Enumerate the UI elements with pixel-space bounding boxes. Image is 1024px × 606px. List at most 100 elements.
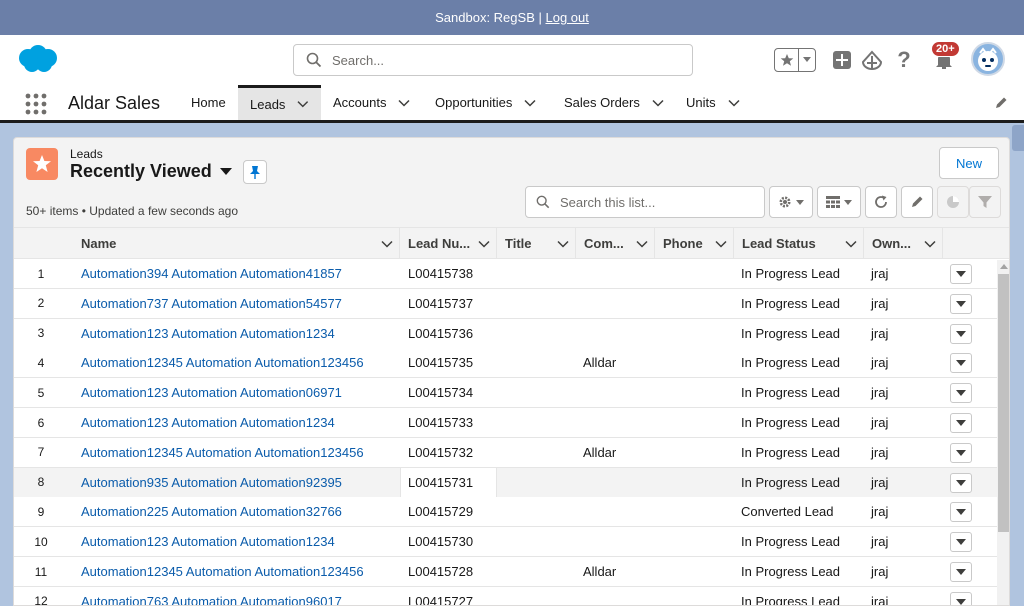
owner-cell[interactable]: jraj (871, 378, 888, 407)
table-row[interactable]: 8 Automation935 Automation Automation9239… (14, 467, 997, 498)
lead-name-link[interactable]: Automation123 Automation Automation06971 (81, 378, 342, 407)
side-panel-handle[interactable] (1012, 125, 1024, 151)
global-add-icon[interactable] (830, 48, 854, 72)
table-row[interactable]: 9 Automation225 Automation Automation3276… (14, 497, 997, 528)
row-actions-button[interactable] (950, 323, 972, 344)
chevron-down-icon[interactable] (478, 238, 490, 250)
row-actions-button[interactable] (950, 472, 972, 493)
column-header-company[interactable]: Com... (576, 228, 655, 259)
tab-units[interactable]: Units (674, 85, 752, 120)
refresh-button[interactable] (865, 186, 897, 218)
row-actions-button[interactable] (950, 502, 972, 523)
chevron-down-icon[interactable] (381, 238, 393, 250)
chevron-down-icon[interactable] (652, 97, 664, 109)
tab-accounts[interactable]: Accounts (321, 85, 422, 120)
tab-sales-orders[interactable]: Sales Orders (552, 85, 676, 120)
owner-cell[interactable]: jraj (871, 527, 888, 556)
trailhead-icon[interactable] (860, 48, 884, 72)
chevron-down-icon[interactable] (715, 238, 727, 250)
chevron-down-icon[interactable] (924, 238, 936, 250)
charts-button[interactable] (937, 186, 969, 218)
lead-name-link[interactable]: Automation737 Automation Automation54577 (81, 289, 342, 318)
owner-cell[interactable]: jraj (871, 497, 888, 526)
chevron-down-icon[interactable] (728, 97, 740, 109)
owner-cell[interactable]: jraj (871, 289, 888, 318)
table-row[interactable]: 1 Automation394 Automation Automation4185… (14, 259, 997, 289)
owner-cell[interactable]: jraj (871, 557, 888, 586)
lead-name-link[interactable]: Automation12345 Automation Automation123… (81, 438, 364, 467)
column-header-phone[interactable]: Phone (655, 228, 734, 259)
logout-link[interactable]: Log out (545, 10, 588, 25)
row-actions-button[interactable] (950, 293, 972, 314)
table-row[interactable]: 2 Automation737 Automation Automation5457… (14, 288, 997, 319)
lead-name-link[interactable]: Automation935 Automation Automation92395 (81, 468, 342, 497)
new-lead-button[interactable]: New (939, 147, 999, 179)
table-row[interactable]: 12 Automation763 Automation Automation960… (14, 586, 997, 605)
edit-nav-pencil-icon[interactable] (994, 96, 1008, 110)
chevron-down-icon[interactable] (557, 238, 569, 250)
chevron-down-icon[interactable] (845, 238, 857, 250)
chevron-down-icon[interactable] (799, 49, 815, 71)
lead-name-link[interactable]: Automation12345 Automation Automation123… (81, 557, 364, 586)
table-row[interactable]: 6 Automation123 Automation Automation1234… (14, 408, 997, 438)
user-avatar[interactable] (971, 42, 1005, 76)
lead-name-link[interactable]: Automation123 Automation Automation1234 (81, 408, 335, 437)
owner-cell[interactable]: jraj (871, 319, 888, 348)
row-actions-button[interactable] (950, 264, 972, 284)
scroll-up-arrow-icon[interactable] (1000, 264, 1008, 269)
owner-cell[interactable]: jraj (871, 348, 888, 377)
global-search-input[interactable]: Search... (293, 44, 693, 76)
row-actions-button[interactable] (950, 562, 972, 582)
chevron-down-icon[interactable] (297, 98, 309, 110)
lead-name-link[interactable]: Automation225 Automation Automation32766 (81, 497, 342, 526)
chevron-down-icon[interactable] (524, 97, 536, 109)
lead-name-link[interactable]: Automation123 Automation Automation1234 (81, 527, 335, 556)
table-scrollbar[interactable] (997, 260, 1009, 605)
display-as-button[interactable] (817, 186, 861, 218)
scrollbar-thumb[interactable] (998, 274, 1009, 532)
table-row[interactable]: 10 Automation123 Automation Automation123… (14, 527, 997, 558)
column-header-lead-status[interactable]: Lead Status (734, 228, 864, 259)
help-icon[interactable]: ? (892, 47, 916, 72)
row-actions-button[interactable] (950, 532, 972, 553)
row-actions-button[interactable] (950, 413, 972, 433)
owner-cell[interactable]: jraj (871, 468, 888, 497)
row-actions-button[interactable] (950, 383, 972, 404)
star-icon[interactable] (775, 49, 799, 71)
owner-cell[interactable]: jraj (871, 587, 888, 605)
column-header-name[interactable]: Name (73, 228, 400, 259)
row-actions-button[interactable] (950, 442, 972, 463)
tab-opportunities[interactable]: Opportunities (423, 85, 548, 120)
inline-edit-button[interactable] (901, 186, 933, 218)
tab-home[interactable]: Home (179, 85, 238, 120)
column-header-title[interactable]: Title (497, 228, 576, 259)
table-row[interactable]: 11 Automation12345 Automation Automation1… (14, 557, 997, 587)
caret-down-icon[interactable] (219, 167, 232, 176)
lead-name-link[interactable]: Automation123 Automation Automation1234 (81, 319, 335, 348)
owner-cell[interactable]: jraj (871, 408, 888, 437)
owner-cell[interactable]: jraj (871, 259, 888, 288)
favorites-button[interactable] (774, 48, 816, 72)
table-row[interactable]: 5 Automation123 Automation Automation0697… (14, 378, 997, 409)
list-search-input[interactable]: Search this list... (525, 186, 765, 218)
table-row[interactable]: 7 Automation12345 Automation Automation12… (14, 437, 997, 468)
list-view-selector[interactable]: Recently Viewed (70, 161, 232, 182)
lead-name-link[interactable]: Automation12345 Automation Automation123… (81, 348, 364, 377)
chevron-down-icon[interactable] (636, 238, 648, 250)
table-row[interactable]: 4 Automation12345 Automation Automation12… (14, 348, 997, 379)
owner-cell[interactable]: jraj (871, 438, 888, 467)
chevron-down-icon[interactable] (398, 97, 411, 109)
app-launcher-icon[interactable] (25, 93, 47, 115)
tab-leads[interactable]: Leads (238, 85, 321, 120)
table-row[interactable]: 3 Automation123 Automation Automation1234… (14, 318, 997, 349)
row-actions-button[interactable] (950, 353, 972, 374)
row-actions-button[interactable] (950, 591, 972, 605)
lead-name-link[interactable]: Automation394 Automation Automation41857 (81, 259, 342, 288)
filter-button[interactable] (969, 186, 1001, 218)
column-header-owner[interactable]: Own... (864, 228, 943, 259)
column-header-lead-number[interactable]: Lead Nu... (400, 228, 497, 259)
pin-list-button[interactable] (243, 160, 267, 184)
salesforce-logo[interactable] (16, 44, 58, 74)
lead-name-link[interactable]: Automation763 Automation Automation96017 (81, 587, 342, 605)
list-settings-button[interactable] (769, 186, 813, 218)
